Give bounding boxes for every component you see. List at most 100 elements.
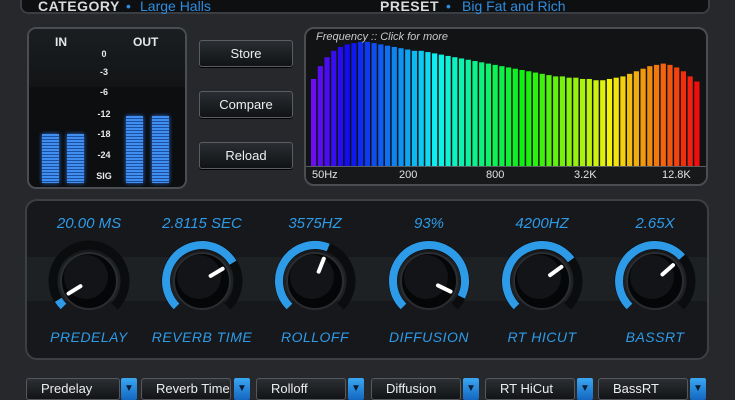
dropdown-arrow-icon[interactable]: ▼ (234, 378, 250, 400)
spectrum-bar (579, 78, 586, 166)
spectrum-bar (438, 54, 444, 166)
spectrum-bar (680, 71, 687, 166)
frequency-spectrum[interactable]: Frequency :: Click for more 50Hz 200 800… (304, 27, 708, 186)
spectrum-bar (694, 81, 700, 166)
compare-button[interactable]: Compare (199, 91, 293, 118)
spectrum-bar (660, 63, 666, 166)
dropdown-arrow-icon[interactable]: ▼ (463, 378, 479, 400)
spectrum-bar (546, 75, 552, 166)
freq-label: 200 (399, 169, 418, 181)
selector-rolloff[interactable]: Rolloff (256, 378, 346, 400)
predelay-value: 20.00 MS (56, 215, 122, 232)
spectrum-bar (479, 62, 485, 166)
db-scale-label: SIG (96, 171, 112, 181)
frequency-axis: 50Hz 200 800 3.2K 12.8K (306, 166, 706, 184)
knob-highlight (290, 255, 334, 299)
spectrum-bar (324, 57, 330, 166)
freq-label: 800 (486, 169, 505, 181)
predelay-label: PREDELAY (50, 329, 128, 345)
reload-button[interactable]: Reload (199, 142, 293, 169)
spectrum-bar (485, 63, 492, 166)
spectrum-bar (472, 61, 478, 166)
selector-bassrt[interactable]: BassRT (598, 378, 688, 400)
level-meter-panel: IN OUT 0 -3 -6 -12 -18 -24 SIG (27, 27, 187, 189)
reverb-time-knob[interactable] (160, 239, 244, 323)
rolloff-knob[interactable] (273, 239, 357, 323)
spectrum-bar (371, 43, 377, 166)
preset-label: PRESET (380, 0, 440, 14)
spectrum-bar (526, 71, 532, 166)
db-scale-label: -12 (97, 109, 111, 119)
spectrum-bar (553, 76, 559, 166)
meter-out-right (152, 115, 169, 183)
spectrum-bar (606, 78, 613, 166)
freq-label: 50Hz (312, 169, 338, 181)
spectrum-bar (499, 66, 505, 166)
spectrum-bar (411, 50, 418, 166)
spectrum-bar (358, 41, 364, 166)
spectrum-bar (391, 46, 397, 166)
spectrum-bar (566, 77, 572, 166)
store-button[interactable]: Store (199, 40, 293, 67)
rt-hicut-value: 4200HZ (515, 215, 569, 232)
selector-reverb-time[interactable]: Reverb Time (141, 378, 231, 400)
selector-rt-hicut[interactable]: RT HiCut (485, 378, 575, 400)
diffusion-label: DIFFUSION (389, 329, 469, 345)
diffusion-knob[interactable] (387, 239, 471, 323)
meter-in-label: IN (55, 35, 67, 49)
selector-predelay[interactable]: Predelay (26, 378, 120, 400)
category-value[interactable]: Large Halls (140, 0, 211, 14)
spectrum-title: Frequency :: Click for more (316, 31, 449, 43)
knob-highlight (404, 255, 448, 299)
spectrum-bar (344, 44, 350, 166)
bassrt-knob[interactable] (613, 239, 697, 323)
spectrum-bar (384, 45, 391, 166)
spectrum-bar (633, 71, 639, 166)
spectrum-bar (378, 44, 384, 166)
top-bar: CATEGORY • Large Halls PRESET • Big Fat … (20, 0, 710, 14)
rolloff-value: 3575HZ (288, 215, 342, 232)
spectrum-bar (559, 76, 566, 166)
spectrum-bar (432, 53, 438, 166)
spectrum-bar (425, 52, 431, 166)
db-scale-label: -24 (97, 150, 111, 160)
spectrum-bar (647, 66, 653, 166)
predelay-knob[interactable] (47, 239, 131, 323)
spectrum-bar (674, 67, 680, 166)
spectrum-bar (351, 43, 357, 166)
spectrum-bar (506, 67, 512, 166)
spectrum-bar (667, 64, 673, 166)
spectrum-bar (613, 77, 619, 166)
meter-in-right (67, 133, 84, 183)
knob-highlight (517, 255, 561, 299)
spectrum-bar (317, 66, 323, 166)
meter-out-left (126, 115, 143, 183)
category-separator: • (126, 0, 131, 14)
spectrum-bar (640, 68, 646, 166)
spectrum-bar (519, 70, 525, 166)
spectrum-bar (687, 76, 693, 166)
dropdown-arrow-icon[interactable]: ▼ (690, 378, 706, 400)
spectrum-bar (311, 78, 317, 166)
meter-in-left (42, 133, 59, 183)
spectrum-bar (620, 76, 626, 166)
spectrum-bar (458, 58, 465, 166)
spectrum-bar (465, 59, 471, 166)
rolloff-label: ROLLOFF (280, 329, 350, 345)
selector-diffusion[interactable]: Diffusion (371, 378, 461, 400)
dropdown-arrow-icon[interactable]: ▼ (577, 378, 593, 400)
rt-hicut-knob[interactable] (500, 239, 584, 323)
dropdown-arrow-icon[interactable]: ▼ (348, 378, 364, 400)
spectrum-bar (593, 80, 599, 166)
freq-label: 12.8K (662, 169, 691, 181)
dropdown-arrow-icon[interactable]: ▼ (121, 378, 137, 400)
db-scale-label: -18 (97, 129, 111, 139)
spectrum-bar (418, 50, 424, 166)
reverb-time-label: REVERB TIME (151, 329, 253, 345)
preset-value[interactable]: Big Fat and Rich (462, 0, 566, 14)
spectrum-bar (627, 73, 633, 166)
bassrt-value: 2.65X (635, 215, 675, 232)
rt-hicut-label: RT HICUT (507, 329, 577, 345)
spectrum-bar (492, 64, 498, 166)
db-scale-label: -6 (99, 87, 108, 97)
